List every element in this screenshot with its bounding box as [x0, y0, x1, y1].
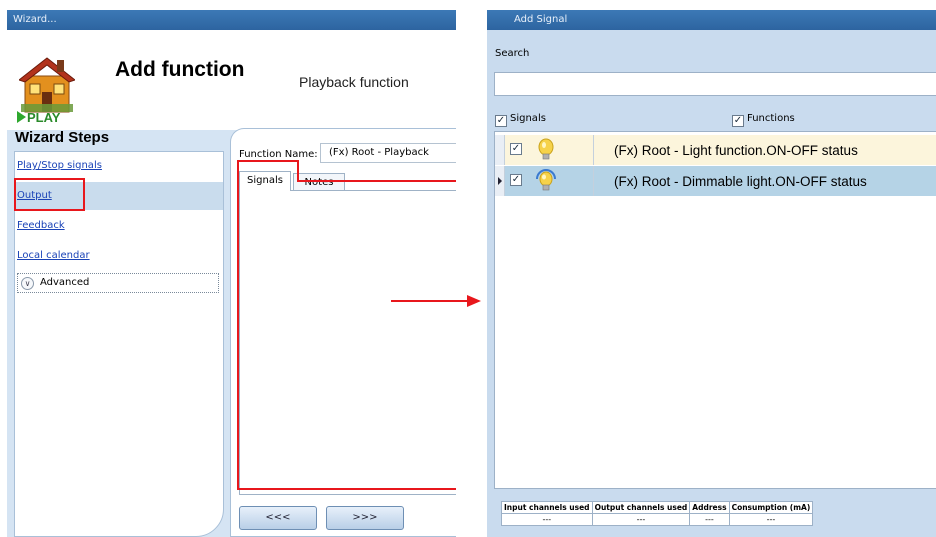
column-separator	[593, 135, 594, 165]
column-separator	[593, 166, 594, 196]
arrow-right-icon	[391, 295, 481, 307]
signals-tab-highlight-top	[237, 160, 299, 162]
step-play-stop-signals[interactable]: Play/Stop signals	[15, 152, 223, 180]
add-signal-title-bar: Add Signal	[487, 10, 936, 30]
step-local-calendar[interactable]: Local calendar	[15, 242, 223, 270]
channel-info-table: Input channels used Output channels used…	[501, 501, 814, 526]
value-input-channels: ---	[501, 513, 593, 526]
functions-filter-checkbox[interactable]: ✓ Functions	[732, 113, 795, 127]
wizard-content: Function Name: (Fx) Root - Playback Sign…	[230, 128, 456, 537]
row-checkbox[interactable]: ✓	[510, 174, 522, 186]
chevron-down-icon: ∨	[21, 277, 34, 290]
page-title: Add function	[115, 58, 245, 81]
table-row[interactable]: ✓ (Fx) Root - Dimmable light.ON-OFF stat…	[495, 166, 936, 196]
back-button[interactable]: <<<	[239, 506, 317, 530]
signals-list-area[interactable]	[239, 190, 456, 495]
play-icon	[17, 111, 26, 123]
advanced-expander[interactable]: ∨ Advanced	[17, 273, 219, 293]
step-feedback[interactable]: Feedback	[15, 212, 223, 240]
signals-area-highlight-bottom	[237, 488, 456, 490]
search-label: Search	[495, 48, 530, 59]
value-address: ---	[689, 513, 730, 526]
wizard-steps-title: Wizard Steps	[15, 129, 110, 146]
row-signal-name: (Fx) Root - Dimmable light.ON-OFF status	[614, 174, 867, 189]
wizard-title-bar: Wizard...	[7, 10, 456, 30]
function-name-input[interactable]: (Fx) Root - Playback	[320, 143, 456, 163]
header-address: Address	[689, 501, 730, 514]
house-icon	[19, 57, 75, 113]
function-name-label: Function Name:	[239, 149, 318, 160]
next-button[interactable]: >>>	[326, 506, 404, 530]
advanced-label: Advanced	[40, 277, 90, 288]
wizard-window: Wizard... PLAY Add function Playback fun…	[7, 10, 456, 537]
signals-tab-highlight-mid	[297, 180, 456, 182]
signals-area-highlight-left	[237, 160, 239, 490]
dimmable-bulb-icon	[536, 169, 556, 191]
row-checkbox[interactable]: ✓	[510, 143, 522, 155]
signals-filter-checkbox[interactable]: ✓ Signals	[495, 113, 546, 127]
row-pointer-icon	[498, 177, 502, 185]
value-consumption: ---	[728, 513, 814, 526]
row-header[interactable]	[495, 166, 505, 196]
light-bulb-icon	[538, 138, 554, 160]
wizard-header: PLAY Add function Playback function	[7, 30, 456, 130]
header-input-channels: Input channels used	[501, 501, 593, 514]
play-logo: PLAY	[17, 110, 60, 125]
header-output-channels: Output channels used	[591, 501, 691, 514]
value-output-channels: ---	[591, 513, 691, 526]
header-consumption: Consumption (mA)	[728, 501, 814, 514]
signal-grid: ✓ (Fx) Root - Light function.ON-OFF stat…	[494, 131, 936, 489]
search-input[interactable]	[494, 72, 936, 96]
output-step-highlight	[14, 178, 85, 211]
checkbox-checked-icon: ✓	[732, 115, 744, 127]
add-signal-window: Add Signal Search ✓ Signals ✓ Functions ✓ …	[487, 10, 936, 537]
checkbox-checked-icon: ✓	[495, 115, 507, 127]
row-signal-name: (Fx) Root - Light function.ON-OFF status	[614, 143, 858, 158]
play-logo-text: PLAY	[27, 110, 61, 125]
row-header[interactable]	[495, 135, 505, 165]
functions-filter-label: Functions	[747, 113, 795, 124]
signals-tab-highlight-right	[297, 160, 299, 182]
tab-signals[interactable]: Signals	[239, 171, 291, 191]
table-row[interactable]: ✓ (Fx) Root - Light function.ON-OFF stat…	[495, 135, 936, 165]
signals-filter-label: Signals	[510, 113, 546, 124]
page-subtitle: Playback function	[299, 74, 409, 90]
